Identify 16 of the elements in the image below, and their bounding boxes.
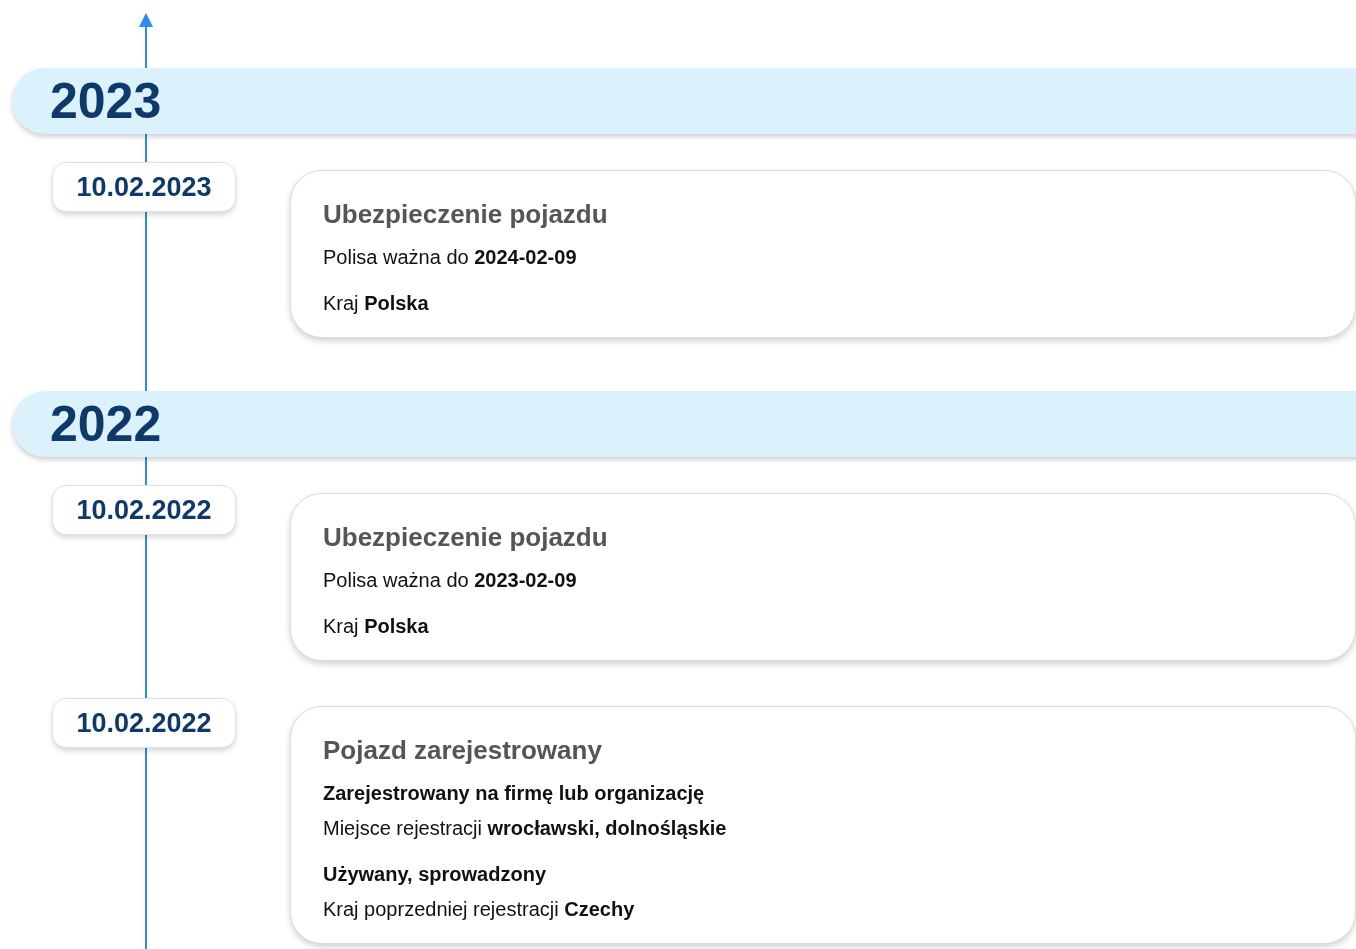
date-label: 10.02.2023 <box>52 162 236 212</box>
event-title: Pojazd zarejestrowany <box>323 734 603 767</box>
event-title: Ubezpieczenie pojazdu <box>323 521 609 554</box>
date-label: 10.02.2022 <box>52 698 236 748</box>
event-detail: Kraj Polska <box>323 291 430 316</box>
event-detail: Miejsce rejestracji wrocławski, dolnośląskie <box>323 816 728 841</box>
event-detail: Kraj poprzedniej rejestracji Czechy <box>323 897 636 922</box>
event-title: Ubezpieczenie pojazdu <box>323 198 609 231</box>
event-subheading: Używany, sprowadzony <box>323 862 547 887</box>
event-detail: Kraj Polska <box>323 614 430 639</box>
event-subheading: Zarejestrowany na firmę lub organizację <box>323 781 706 806</box>
year-label: 2023 <box>50 72 162 130</box>
date-label: 10.02.2022 <box>52 485 236 535</box>
event-detail: Polisa ważna do 2024-02-09 <box>323 245 578 270</box>
year-label: 2022 <box>50 395 162 453</box>
event-detail: Polisa ważna do 2023-02-09 <box>323 568 578 593</box>
